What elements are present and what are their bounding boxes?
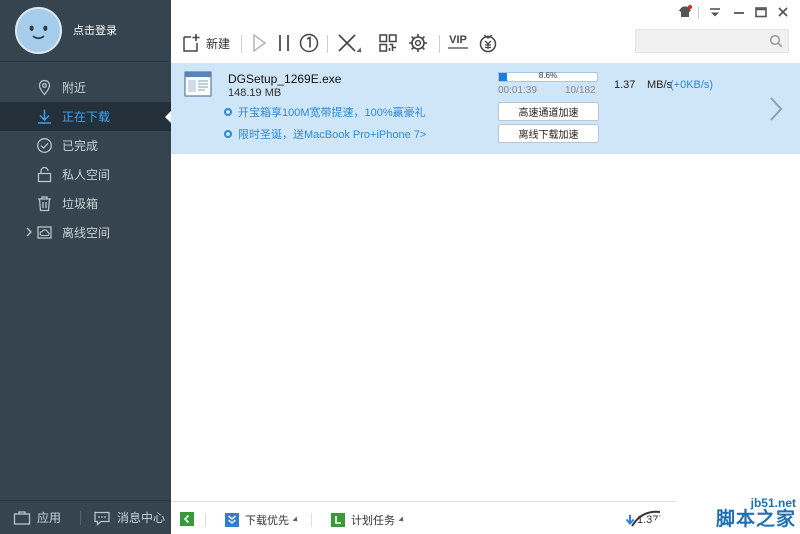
speed-limit-button[interactable]: [298, 32, 320, 54]
sidebar-footer: 应用 消息中心: [0, 500, 171, 534]
sidebar-item-private-space[interactable]: 私人空间: [0, 160, 171, 189]
status-divider: [205, 513, 206, 527]
exe-file-icon: [184, 71, 212, 97]
titlebar-divider: [698, 7, 699, 19]
cloud-box-icon: [37, 226, 52, 239]
promo-text: 限时圣诞，送MacBook Pro+iPhone 7>: [238, 129, 427, 141]
site-watermark: jb51.net 脚本之家: [620, 486, 800, 534]
speed-limit-icon: [299, 33, 319, 53]
download-speed-unit: MB/s: [647, 79, 673, 91]
apps-label: 应用: [37, 511, 62, 525]
file-name: DGSetup_1269E.exe: [228, 72, 342, 86]
promo-text: 开宝箱享100M宽带提速，100%赢豪礼: [238, 107, 426, 119]
new-task-icon: [183, 34, 200, 52]
new-task-button[interactable]: 新建: [180, 32, 230, 54]
sidebar-item-label: 垃圾箱: [62, 197, 99, 211]
sidebar-item-label: 附近: [62, 81, 87, 95]
pause-icon: [279, 35, 289, 51]
qrcode-button[interactable]: [377, 32, 399, 54]
toolbar-divider: [327, 35, 328, 53]
minimize-icon[interactable]: [732, 5, 746, 19]
offline-download-button[interactable]: 离线下载加速: [498, 124, 599, 143]
message-bubble-icon: [94, 511, 110, 526]
scheduled-tasks-label: 计划任务: [351, 515, 395, 527]
chevron-right-icon[interactable]: [25, 226, 33, 238]
settings-gear-icon: [409, 34, 427, 52]
sidebar-item-nearby[interactable]: 附近: [0, 73, 171, 102]
bullet-circle-icon: [224, 130, 232, 138]
status-divider: [311, 513, 312, 527]
close-icon[interactable]: [776, 5, 790, 19]
avatar-face-icon: [17, 9, 60, 52]
watermark-name: 脚本之家: [715, 509, 796, 530]
maximize-icon[interactable]: [754, 5, 768, 19]
collapse-sidebar-button[interactable]: [180, 512, 194, 526]
location-pin-icon: [38, 79, 51, 96]
user-panel: 点击登录: [0, 0, 171, 62]
sidebar-item-trash[interactable]: 垃圾箱: [0, 189, 171, 218]
priority-down-icon: [225, 513, 239, 527]
sidebar-item-label: 离线空间: [62, 226, 111, 240]
piece-count: 10/182: [565, 85, 596, 96]
file-size: 148.19 MB: [228, 87, 282, 99]
login-link[interactable]: 点击登录: [73, 22, 117, 38]
gift-button[interactable]: [477, 32, 499, 54]
download-speed-value: 1.37: [614, 79, 636, 91]
title-bar: [171, 0, 800, 22]
download-arrow-icon: [38, 109, 51, 124]
download-priority-label: 下载优先: [245, 515, 289, 527]
search-input[interactable]: [635, 29, 789, 53]
promo-link-christmas[interactable]: 限时圣诞，送MacBook Pro+iPhone 7>: [224, 126, 426, 142]
sidebar: 点击登录 附近 正在下载 已完成 私人空间 垃圾箱 离线空间 应用 消息中心: [0, 0, 171, 534]
trash-icon: [38, 196, 51, 212]
promo-link-speedup[interactable]: 开宝箱享100M宽带提速，100%赢豪礼: [224, 104, 426, 120]
schedule-clock-icon: [331, 513, 345, 527]
download-task-row[interactable]: DGSetup_1269E.exe 148.19 MB 开宝箱享100M宽带提速…: [171, 63, 800, 154]
delete-icon: [338, 34, 356, 52]
dropdown-arrow-icon: [398, 516, 406, 524]
lock-icon: [37, 166, 52, 183]
search-icon[interactable]: [769, 34, 783, 48]
vip-button[interactable]: VIP: [447, 32, 469, 54]
elapsed-time: 00:01:39: [498, 85, 537, 96]
upload-speed: (+0KB/s): [670, 79, 714, 91]
progress-bar: 8.6%: [498, 71, 598, 82]
start-icon: [253, 33, 267, 53]
skin-shirt-icon[interactable]: [678, 5, 692, 19]
sidebar-item-label: 已完成: [62, 139, 99, 153]
scheduled-tasks-button[interactable]: 计划任务: [331, 512, 406, 528]
main-panel: 新建 VIP DGSetup_1269E.exe 148.19 MB 开宝箱享1…: [171, 0, 800, 534]
toolbar-divider: [439, 35, 440, 53]
footer-divider: [80, 511, 81, 525]
dropdown-arrow-icon: [292, 516, 300, 524]
sidebar-item-offline-space[interactable]: 离线空间: [0, 218, 171, 247]
menu-dropdown-icon[interactable]: [708, 5, 722, 19]
pause-button[interactable]: [273, 32, 295, 54]
qrcode-icon: [379, 34, 397, 52]
start-button[interactable]: [248, 32, 270, 54]
delete-button[interactable]: [336, 32, 364, 55]
download-priority-button[interactable]: 下载优先: [225, 512, 300, 528]
chevron-right-icon[interactable]: [769, 96, 783, 122]
vip-label: VIP: [449, 34, 467, 46]
sidebar-item-label: 正在下载: [62, 110, 111, 124]
toolbar-divider: [241, 35, 242, 53]
sidebar-item-downloading[interactable]: 正在下载: [0, 102, 171, 131]
check-circle-icon: [37, 138, 52, 153]
back-arrow-icon: [180, 512, 194, 526]
sidebar-item-completed[interactable]: 已完成: [0, 131, 171, 160]
progress-percent: 8.6%: [538, 71, 558, 80]
apps-icon: [13, 510, 31, 525]
new-task-label: 新建: [206, 36, 231, 51]
bullet-circle-icon: [224, 108, 232, 116]
gift-icon: [479, 34, 497, 53]
message-center-label: 消息中心: [117, 511, 166, 525]
high-speed-channel-button[interactable]: 高速通道加速: [498, 102, 599, 121]
message-center-button[interactable]: 消息中心: [93, 509, 165, 526]
avatar[interactable]: [15, 7, 62, 54]
apps-button[interactable]: 应用: [13, 509, 61, 526]
settings-button[interactable]: [407, 32, 429, 54]
sidebar-nav: 附近 正在下载 已完成 私人空间 垃圾箱 离线空间: [0, 73, 171, 247]
sidebar-item-label: 私人空间: [62, 168, 111, 182]
